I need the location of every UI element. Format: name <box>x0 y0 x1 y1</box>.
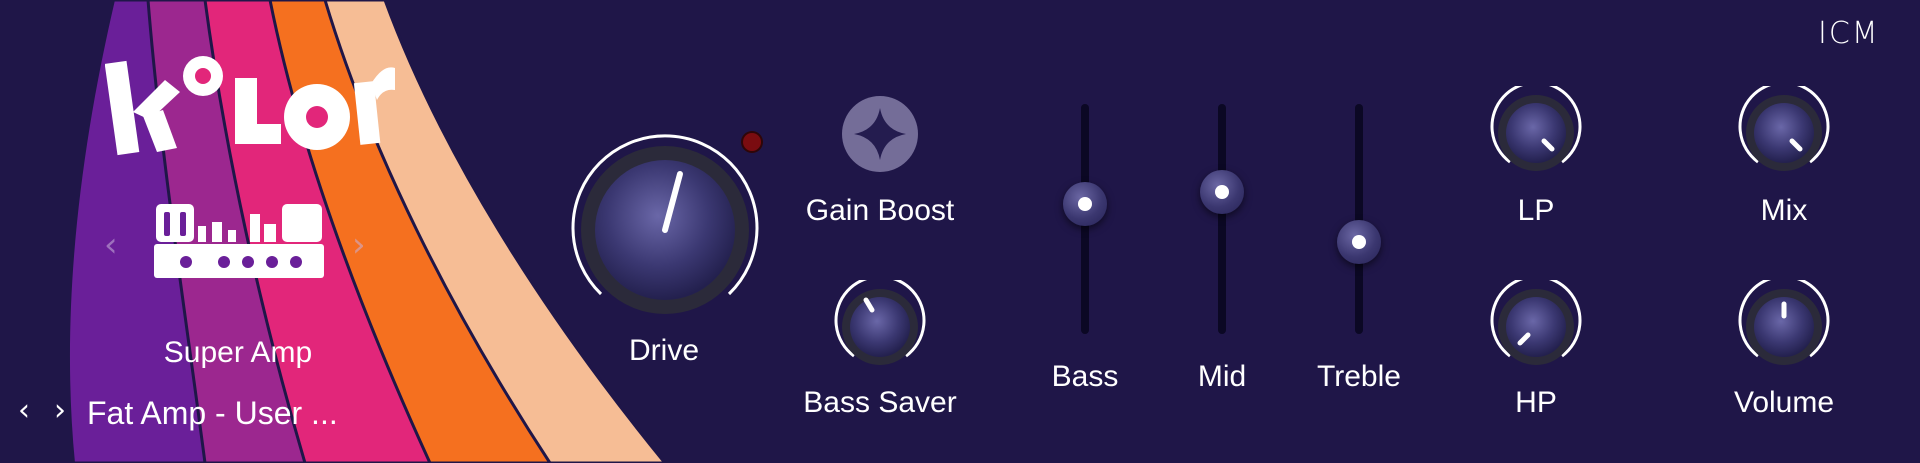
kolor-logo <box>105 56 395 156</box>
amp-icon <box>154 204 324 278</box>
clip-led <box>743 133 761 151</box>
hp-label: HP <box>1515 386 1557 419</box>
volume-label: Volume <box>1733 386 1835 419</box>
preset-name[interactable]: Fat Amp - User ... <box>87 395 338 432</box>
bass-slider-thumb[interactable] <box>1063 182 1107 226</box>
bass-saver-knob[interactable] <box>830 280 930 380</box>
amp-name: Super Amp <box>163 336 313 369</box>
treble-label: Treble <box>1317 360 1401 393</box>
bass-label: Bass <box>1051 360 1119 393</box>
gain-boost-label: Gain Boost <box>805 194 955 227</box>
lp-knob[interactable] <box>1486 86 1586 186</box>
gain-boost-button[interactable] <box>841 95 919 173</box>
drive-label: Drive <box>628 334 700 367</box>
amp-next-arrow[interactable]: › <box>352 228 366 262</box>
lp-label: LP <box>1517 194 1555 227</box>
plugin-window: kolor ICM ‹ › Super Amp ‹ › Fat Amp - Us… <box>0 0 1920 463</box>
bass-saver-label: Bass Saver <box>803 386 957 419</box>
mix-label: Mix <box>1760 194 1808 227</box>
preset-prev-arrow[interactable]: ‹ <box>18 396 30 426</box>
mid-label: Mid <box>1197 360 1247 393</box>
mix-knob[interactable] <box>1734 86 1834 186</box>
mid-slider-track[interactable] <box>1218 104 1226 334</box>
volume-knob[interactable] <box>1734 280 1834 380</box>
treble-slider-track[interactable] <box>1355 104 1363 334</box>
vendor-label: ICM <box>1818 16 1880 51</box>
mid-slider-thumb[interactable] <box>1200 170 1244 214</box>
amp-prev-arrow[interactable]: ‹ <box>104 228 118 262</box>
drive-knob[interactable] <box>560 130 770 330</box>
hp-knob[interactable] <box>1486 280 1586 380</box>
preset-next-arrow[interactable]: › <box>54 396 66 426</box>
treble-slider-thumb[interactable] <box>1337 220 1381 264</box>
